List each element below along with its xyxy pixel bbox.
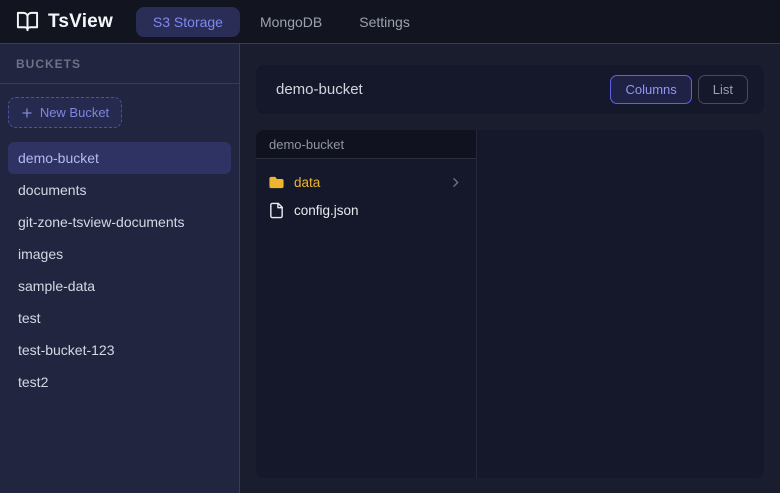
bucket-item-demo-bucket[interactable]: demo-bucket: [8, 142, 231, 174]
chevron-right-icon: [449, 176, 462, 189]
bucket-list: demo-bucket documents git-zone-tsview-do…: [0, 142, 239, 398]
new-bucket-button[interactable]: New Bucket: [8, 97, 122, 128]
view-switch: Columns List: [610, 75, 748, 104]
entry-label: data: [294, 175, 320, 190]
content-area: demo-bucket Columns List demo-bucket dat…: [240, 44, 780, 493]
main-layout: BUCKETS New Bucket demo-bucket documents…: [0, 44, 780, 493]
tab-mongodb[interactable]: MongoDB: [243, 7, 339, 37]
bucket-item-test-bucket-123[interactable]: test-bucket-123: [8, 334, 231, 366]
buckets-sidebar: BUCKETS New Bucket demo-bucket documents…: [0, 44, 240, 493]
top-nav: S3 Storage MongoDB Settings: [136, 7, 427, 37]
column-header: demo-bucket: [256, 130, 476, 159]
bucket-item-documents[interactable]: documents: [8, 174, 231, 206]
list-view-button[interactable]: List: [698, 75, 748, 104]
entry-label: config.json: [294, 203, 359, 218]
bucket-item-git-zone-tsview-documents[interactable]: git-zone-tsview-documents: [8, 206, 231, 238]
buckets-section-title: BUCKETS: [0, 44, 239, 84]
bucket-toolbar: demo-bucket Columns List: [256, 65, 764, 114]
tab-settings[interactable]: Settings: [342, 7, 427, 37]
topbar: TsView S3 Storage MongoDB Settings: [0, 0, 780, 44]
entry-config-json-file[interactable]: config.json: [256, 196, 476, 224]
entry-data-folder[interactable]: data: [256, 168, 476, 196]
columns-view-button[interactable]: Columns: [610, 75, 691, 104]
entry-list: data config.json: [256, 159, 476, 224]
bucket-item-test[interactable]: test: [8, 302, 231, 334]
file-browser-panel: demo-bucket data: [256, 130, 764, 478]
bucket-title: demo-bucket: [276, 81, 363, 98]
bucket-item-sample-data[interactable]: sample-data: [8, 270, 231, 302]
bucket-item-test2[interactable]: test2: [8, 366, 231, 398]
file-icon: [268, 202, 285, 219]
open-book-icon: [16, 10, 39, 33]
tab-s3-storage[interactable]: S3 Storage: [136, 7, 240, 37]
bucket-item-images[interactable]: images: [8, 238, 231, 270]
app-title: TsView: [48, 11, 113, 33]
plus-icon: [21, 107, 33, 119]
app-window: TsView S3 Storage MongoDB Settings BUCKE…: [0, 0, 780, 493]
brand: TsView: [16, 10, 113, 33]
folder-icon: [268, 174, 285, 191]
browser-column: demo-bucket data: [256, 130, 477, 478]
new-bucket-label: New Bucket: [40, 105, 109, 120]
